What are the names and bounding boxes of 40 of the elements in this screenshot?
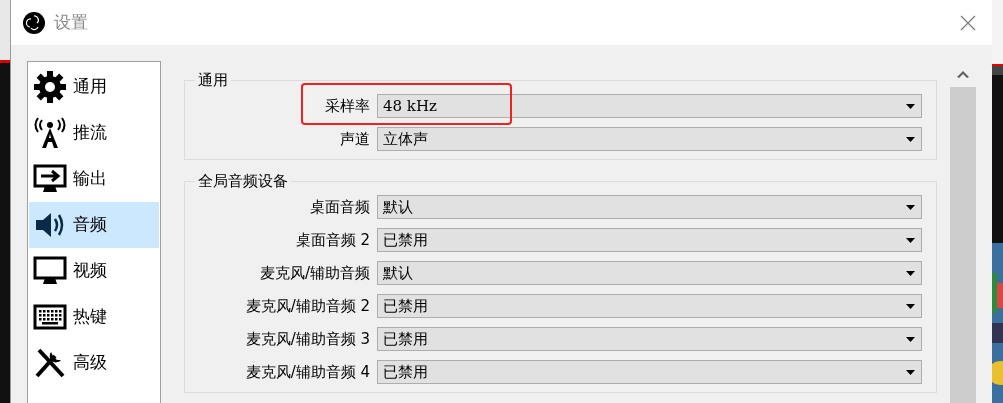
caret-icon bbox=[906, 204, 915, 210]
dropdown[interactable]: 已禁用 bbox=[377, 327, 922, 351]
group-title: 全局音频设备 bbox=[195, 171, 291, 191]
tools-icon bbox=[33, 346, 67, 380]
sidebar-item[interactable]: 热键 bbox=[29, 294, 159, 340]
field-label: 桌面音频 2 bbox=[294, 229, 370, 251]
caret-icon bbox=[906, 303, 915, 309]
dropdown[interactable]: 48 kHz bbox=[377, 94, 922, 118]
dropdown[interactable]: 默认 bbox=[377, 261, 922, 285]
sidebar-item[interactable]: 推流 bbox=[29, 110, 159, 156]
caret-icon bbox=[906, 336, 915, 342]
caret-icon bbox=[906, 103, 915, 109]
sidebar-item[interactable]: 输出 bbox=[29, 156, 159, 202]
field-label: 桌面音频 bbox=[309, 196, 370, 218]
app-logo-icon bbox=[23, 11, 45, 34]
caret-icon bbox=[906, 369, 915, 375]
field-label: 声道 bbox=[339, 128, 370, 150]
field-label: 麦克风/辅助音频 2 bbox=[244, 295, 370, 317]
dropdown[interactable]: 默认 bbox=[377, 195, 922, 219]
dropdown[interactable]: 已禁用 bbox=[377, 360, 922, 384]
group-title: 通用 bbox=[195, 70, 231, 90]
dropdown[interactable]: 已禁用 bbox=[377, 294, 922, 318]
dropdown[interactable]: 立体声 bbox=[377, 127, 922, 151]
field-label: 麦克风/辅助音频 bbox=[258, 262, 370, 284]
gear-icon bbox=[33, 70, 67, 104]
sidebar-item[interactable]: 音频 bbox=[29, 202, 159, 248]
scroll-up-icon[interactable] bbox=[957, 70, 969, 78]
sidebar-item[interactable]: 高级 bbox=[29, 340, 159, 386]
sidebar-item[interactable]: 通用 bbox=[29, 64, 159, 110]
caret-icon bbox=[906, 136, 915, 142]
antenna-icon bbox=[33, 116, 67, 150]
caret-icon bbox=[906, 270, 915, 276]
field-label: 采样率 bbox=[324, 95, 370, 117]
window-title: 设置 bbox=[54, 10, 88, 34]
field-label: 麦克风/辅助音频 3 bbox=[244, 328, 370, 350]
sidebar-item[interactable]: 视频 bbox=[29, 248, 159, 294]
scrollbar-track[interactable] bbox=[950, 87, 976, 403]
caret-icon bbox=[906, 237, 915, 243]
dropdown[interactable]: 已禁用 bbox=[377, 228, 922, 252]
field-label: 麦克风/辅助音频 4 bbox=[244, 361, 370, 383]
